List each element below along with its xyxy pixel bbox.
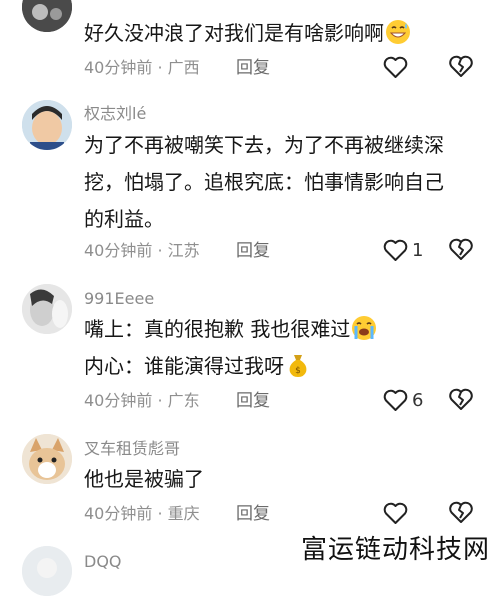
avatar[interactable]: [22, 100, 72, 150]
like-count: 6: [412, 389, 424, 411]
comment-meta: 40分钟前 · 江苏: [84, 241, 200, 260]
like-button[interactable]: 6: [383, 386, 433, 414]
dislike-button[interactable]: [448, 386, 476, 414]
username[interactable]: 叉车租赁彪哥: [84, 439, 180, 459]
svg-text:$: $: [295, 366, 301, 376]
comment-meta: 40分钟前 · 重庆: [84, 504, 200, 523]
like-button[interactable]: 1: [383, 236, 433, 264]
broken-heart-outline-icon: [449, 388, 473, 410]
dislike-button[interactable]: [448, 236, 476, 264]
comment-text: 他也是被骗了: [84, 467, 204, 491]
dislike-button[interactable]: [448, 53, 476, 81]
avatar[interactable]: [22, 546, 72, 596]
comment-meta: 40分钟前 · 广西: [84, 58, 200, 77]
heart-outline-icon: [383, 239, 408, 261]
watermark: 富运链动科技网: [296, 527, 494, 568]
reply-button[interactable]: 回复: [236, 58, 270, 78]
reply-button[interactable]: 回复: [236, 504, 270, 524]
broken-heart-outline-icon: [449, 501, 473, 523]
comment-text: 嘴上：真的很抱歉 我也很难过 内心：谁能演得过我呀 $: [84, 311, 474, 385]
avatar[interactable]: [22, 0, 72, 32]
heart-outline-icon: [383, 502, 408, 524]
like-button[interactable]: [383, 499, 433, 527]
comment-text: 好久没冲浪了对我们是有啥影响啊: [84, 15, 474, 52]
money-bag-emoji-icon: $: [289, 355, 307, 377]
like-button[interactable]: [383, 53, 433, 81]
grinning-sweat-emoji-icon: [386, 20, 410, 44]
crying-face-emoji-icon: [352, 316, 377, 340]
dislike-button[interactable]: [448, 499, 476, 527]
heart-outline-icon: [383, 389, 408, 411]
like-count: 1: [412, 239, 424, 261]
username[interactable]: DQQ: [84, 552, 122, 572]
avatar[interactable]: [22, 434, 72, 484]
comment-meta: 40分钟前 · 广东: [84, 391, 200, 410]
reply-button[interactable]: 回复: [236, 391, 270, 411]
username[interactable]: 991Eeee: [84, 289, 154, 309]
comment-text: 为了不再被嘲笑下去，为了不再被继续深 挖，怕塌了。追根究底：怕事情影响自己 的利…: [84, 133, 444, 231]
username[interactable]: 权志刘lé: [84, 104, 146, 124]
broken-heart-outline-icon: [449, 55, 473, 77]
broken-heart-outline-icon: [449, 238, 473, 260]
reply-button[interactable]: 回复: [236, 241, 270, 261]
avatar[interactable]: [22, 284, 72, 334]
heart-outline-icon: [383, 56, 408, 78]
